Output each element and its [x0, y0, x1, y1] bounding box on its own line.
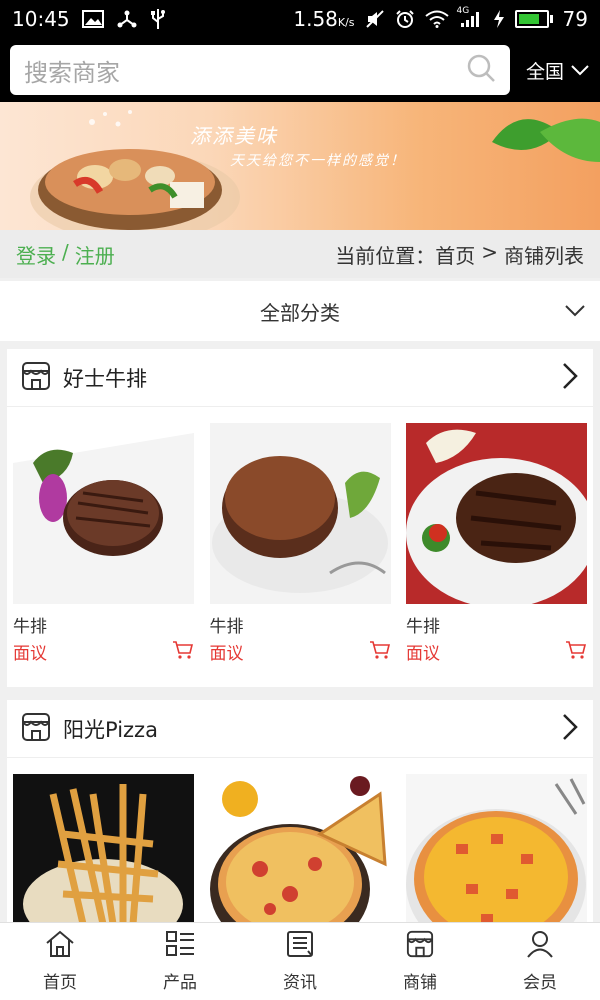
shop-header[interactable]: 好士牛排: [7, 349, 593, 407]
home-icon: [45, 930, 75, 962]
banner-subtitle: 天天给您不一样的感觉！: [230, 153, 406, 169]
mute-icon: [365, 9, 385, 29]
nav-label: 资讯: [283, 973, 317, 993]
share-icon: [116, 9, 138, 29]
product-item[interactable]: [13, 774, 194, 922]
cart-icon[interactable]: [369, 640, 391, 664]
product-item[interactable]: [406, 774, 587, 922]
region-label: 全国: [525, 60, 564, 83]
banner-title: 添添美味: [190, 124, 278, 148]
breadcrumb-home[interactable]: 首页: [435, 240, 475, 269]
product-item[interactable]: [209, 774, 391, 922]
nav-item-member[interactable]: 会员: [480, 923, 600, 1000]
product-image[interactable]: [13, 774, 194, 922]
chevron-down-icon: [564, 299, 586, 323]
breadcrumb-bar: 登录 / 注册 当前位置： 首页 > 商铺列表: [0, 230, 600, 278]
wifi-icon: [424, 10, 449, 28]
chevron-down-icon: [570, 59, 590, 81]
product-item[interactable]: 牛排 面议: [209, 423, 391, 664]
nav-item-home[interactable]: 首页: [0, 923, 120, 1000]
product-name: 牛排: [13, 617, 47, 637]
product-list: 牛排 面议 牛排 面议 牛排 面议: [7, 407, 593, 664]
product-image[interactable]: [13, 423, 194, 604]
bottom-nav: 首页 产品 资讯 商铺 会员: [0, 922, 600, 1000]
product-image[interactable]: [406, 423, 587, 604]
shop-card: 好士牛排 牛排 面议 牛排 面议 牛排 面议: [7, 349, 593, 687]
search-icon[interactable]: [466, 53, 496, 87]
status-time: 10:45: [12, 7, 70, 31]
auth-links: 登录 / 注册: [16, 240, 115, 269]
status-bar: 10:45 1.58K/s 4G 79: [0, 0, 600, 38]
search-input[interactable]: 搜索商家: [10, 45, 510, 95]
nav-label: 商铺: [403, 973, 437, 993]
category-selector[interactable]: 全部分类: [0, 281, 600, 341]
nav-label: 会员: [523, 973, 557, 993]
nav-item-products[interactable]: 产品: [120, 923, 240, 1000]
product-price: 面议: [209, 644, 244, 664]
nav-label: 产品: [163, 973, 197, 993]
user-icon: [526, 930, 554, 962]
product-item[interactable]: 牛排 面议: [13, 423, 194, 664]
signal-icon: 4G: [457, 6, 483, 28]
shop-name: 阳光Pizza: [63, 717, 158, 742]
shop-header[interactable]: 阳光Pizza: [7, 700, 593, 758]
nav-item-news[interactable]: 资讯: [240, 923, 360, 1000]
banner[interactable]: 添添美味 天天给您不一样的感觉！: [0, 102, 600, 230]
header: 搜索商家 全国: [0, 38, 600, 102]
category-label: 全部分类: [260, 300, 340, 325]
usb-icon: [150, 8, 166, 30]
image-icon: [81, 10, 104, 28]
product-image[interactable]: [406, 774, 587, 922]
battery-icon: [514, 10, 553, 28]
breadcrumb-separator: >: [481, 239, 498, 264]
grid-list-icon: [165, 930, 195, 962]
breadcrumb-current: 商铺列表: [504, 243, 584, 268]
register-link[interactable]: 注册: [75, 240, 115, 269]
product-name: 牛排: [406, 617, 440, 637]
product-price: 面议: [406, 644, 440, 664]
product-name: 牛排: [209, 617, 244, 637]
product-item[interactable]: 牛排 面议: [406, 423, 587, 664]
shop-card: 阳光Pizza: [7, 700, 593, 922]
nav-item-store[interactable]: 商铺: [360, 923, 480, 1000]
cart-icon[interactable]: [172, 640, 194, 664]
product-image[interactable]: [209, 774, 391, 922]
chevron-right-icon[interactable]: [561, 713, 579, 745]
cart-icon[interactable]: [565, 640, 587, 664]
battery-level: 79: [562, 7, 588, 31]
store-icon: [405, 930, 435, 962]
login-link[interactable]: 登录: [16, 240, 56, 269]
breadcrumb-prefix: 当前位置：: [335, 243, 436, 268]
network-speed: 1.58K/s: [293, 7, 355, 31]
product-list: [7, 758, 593, 922]
search-placeholder: 搜索商家: [24, 58, 120, 87]
product-image[interactable]: [209, 423, 391, 604]
news-icon: [286, 930, 314, 962]
auth-separator: /: [62, 239, 69, 264]
store-icon: [21, 361, 51, 395]
alarm-icon: [395, 9, 415, 29]
breadcrumb: 当前位置： 首页 > 商铺列表: [335, 240, 584, 269]
shop-name: 好士牛排: [63, 366, 147, 391]
nav-label: 首页: [43, 973, 77, 993]
store-icon: [21, 712, 51, 746]
chevron-right-icon[interactable]: [561, 362, 579, 394]
charging-icon: [493, 9, 505, 29]
region-selector[interactable]: 全国: [526, 57, 590, 84]
product-price: 面议: [13, 644, 47, 664]
